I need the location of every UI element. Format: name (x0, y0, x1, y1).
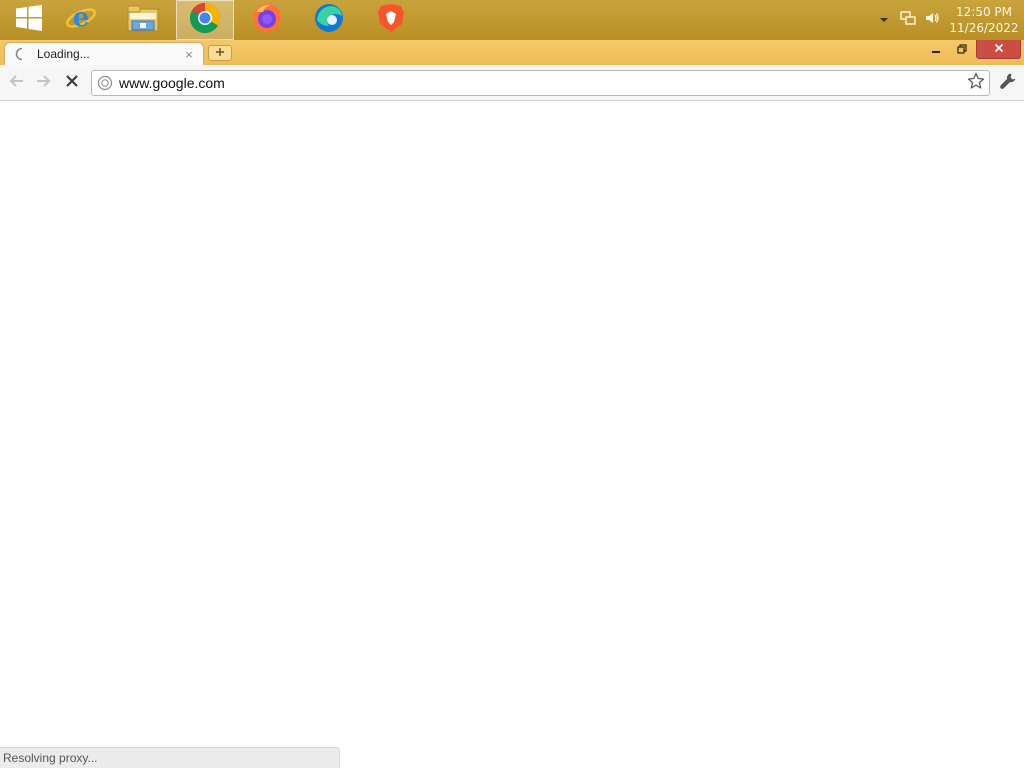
volume-button[interactable] (920, 0, 944, 40)
firefox-icon (251, 2, 283, 39)
restore-button[interactable] (950, 40, 974, 59)
forward-button[interactable] (32, 71, 56, 95)
chrome-icon (189, 2, 221, 39)
brave-icon (376, 2, 406, 39)
taskbar-edge[interactable] (300, 0, 358, 40)
close-icon (994, 40, 1004, 58)
new-tab-button[interactable] (208, 45, 232, 61)
taskbar-chrome[interactable] (176, 0, 234, 40)
clock[interactable]: 12:50 PM 11/26/2022 (944, 4, 1024, 36)
arrow-right-icon (36, 74, 52, 93)
edge-icon (313, 2, 345, 39)
tab-loading[interactable]: Loading... × (4, 42, 204, 65)
network-button[interactable] (896, 0, 920, 40)
internet-explorer-icon: e (64, 1, 98, 40)
system-tray: 12:50 PM 11/26/2022 (872, 0, 1024, 40)
chevron-up-icon (879, 11, 889, 29)
status-bubble: Resolving proxy... (0, 747, 340, 768)
minimize-icon (931, 41, 941, 59)
star-icon (967, 72, 985, 95)
close-window-button[interactable] (976, 40, 1021, 59)
url-input[interactable] (119, 72, 959, 94)
show-hidden-icons-button[interactable] (872, 0, 896, 40)
tab-title: Loading... (37, 47, 90, 61)
browser-titlebar: Loading... × (0, 40, 1024, 65)
file-explorer-icon (126, 3, 160, 38)
start-button[interactable] (0, 0, 58, 40)
wrench-icon (999, 72, 1017, 95)
clock-time: 12:50 PM (956, 5, 1012, 19)
svg-text:e: e (73, 3, 90, 33)
taskbar: e 12:50 PM 11/26/2022 (0, 0, 1024, 40)
bookmark-star-button[interactable] (967, 72, 985, 95)
stop-x-icon (65, 74, 79, 93)
browser-toolbar (0, 65, 1024, 101)
minimize-button[interactable] (924, 40, 948, 59)
address-bar[interactable] (91, 70, 990, 96)
globe-icon (97, 75, 113, 91)
page-content (0, 101, 1024, 768)
taskbar-file-explorer[interactable] (114, 0, 172, 40)
clock-date: 11/26/2022 (949, 21, 1019, 35)
plus-icon (215, 44, 225, 62)
taskbar-brave[interactable] (362, 0, 420, 40)
restore-icon (957, 41, 967, 59)
taskbar-internet-explorer[interactable]: e (52, 0, 110, 40)
settings-menu-button[interactable] (996, 71, 1020, 95)
taskbar-firefox[interactable] (238, 0, 296, 40)
network-icon (900, 10, 916, 31)
stop-button[interactable] (60, 71, 84, 95)
back-button[interactable] (4, 71, 28, 95)
loading-spinner-icon (15, 47, 29, 61)
tab-close-button[interactable]: × (181, 47, 197, 62)
windows-start-icon (15, 4, 43, 37)
speaker-icon (924, 10, 940, 31)
arrow-left-icon (8, 74, 24, 93)
